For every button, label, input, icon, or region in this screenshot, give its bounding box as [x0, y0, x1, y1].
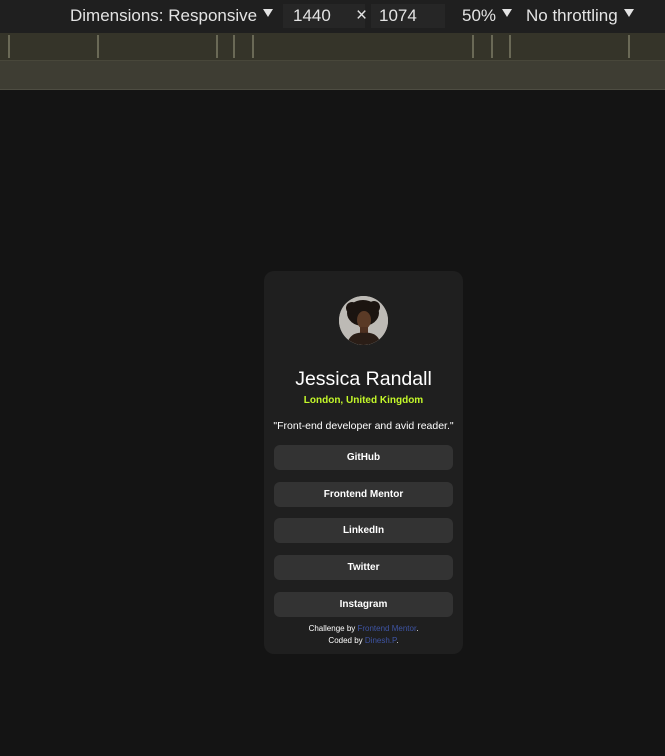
height-value: 1074 — [379, 6, 417, 25]
media-query-marker[interactable] — [8, 35, 10, 58]
attribution-coded: Coded by Dinesh.P. — [264, 635, 463, 647]
chevron-down-icon — [623, 9, 634, 17]
times-icon: × — [356, 5, 368, 26]
media-query-marker[interactable] — [628, 35, 630, 58]
zoom-label: 50% — [462, 6, 497, 25]
media-query-marker[interactable] — [509, 35, 511, 58]
chevron-down-icon — [502, 9, 513, 17]
profile-location: London, United Kingdom — [303, 395, 424, 406]
media-query-marker[interactable] — [97, 35, 99, 58]
media-query-marker[interactable] — [233, 35, 235, 58]
profile-bio: "Front-end developer and avid reader." — [273, 420, 454, 432]
chevron-down-icon — [263, 9, 274, 17]
viewport-ruler[interactable] — [0, 61, 665, 90]
linkedin-link-button[interactable]: LinkedIn — [274, 518, 453, 543]
width-input[interactable]: 1440 — [283, 4, 365, 28]
avatar-portrait-icon — [339, 296, 388, 345]
avatar — [339, 296, 388, 345]
width-value: 1440 — [293, 6, 331, 25]
frontend-mentor-link-button[interactable]: Frontend Mentor — [274, 482, 453, 507]
media-query-marker[interactable] — [252, 35, 254, 58]
attribution-challenge-suffix: . — [416, 624, 419, 633]
attribution-coded-prefix: Coded by — [328, 636, 365, 645]
media-query-marker[interactable] — [216, 35, 218, 58]
profile-name: Jessica Randall — [295, 368, 432, 390]
zoom-dropdown[interactable]: 50% — [462, 6, 513, 26]
dimensions-label: Dimensions: Responsive — [70, 6, 258, 25]
throttling-dropdown[interactable]: No throttling — [526, 6, 634, 26]
height-input[interactable]: 1074 — [371, 4, 445, 28]
throttling-label: No throttling — [526, 6, 618, 25]
media-query-marker[interactable] — [491, 35, 493, 58]
attribution-challenge-prefix: Challenge by — [308, 624, 358, 633]
device-toolbar: Dimensions: Responsive 1440 × 1074 50% N… — [0, 0, 665, 33]
dimensions-dropdown[interactable]: Dimensions: Responsive — [70, 6, 274, 26]
twitter-link-button[interactable]: Twitter — [274, 555, 453, 580]
frontend-mentor-attribution-link[interactable]: Frontend Mentor — [357, 624, 416, 633]
attribution-challenge: Challenge by Frontend Mentor. — [264, 623, 463, 635]
instagram-link-button[interactable]: Instagram — [274, 592, 453, 617]
author-attribution-link[interactable]: Dinesh.P — [365, 636, 396, 645]
profile-card: Jessica Randall London, United Kingdom "… — [264, 271, 463, 654]
attribution-coded-suffix: . — [396, 636, 399, 645]
github-link-button[interactable]: GitHub — [274, 445, 453, 470]
media-query-bar[interactable] — [0, 33, 665, 61]
media-query-marker[interactable] — [472, 35, 474, 58]
